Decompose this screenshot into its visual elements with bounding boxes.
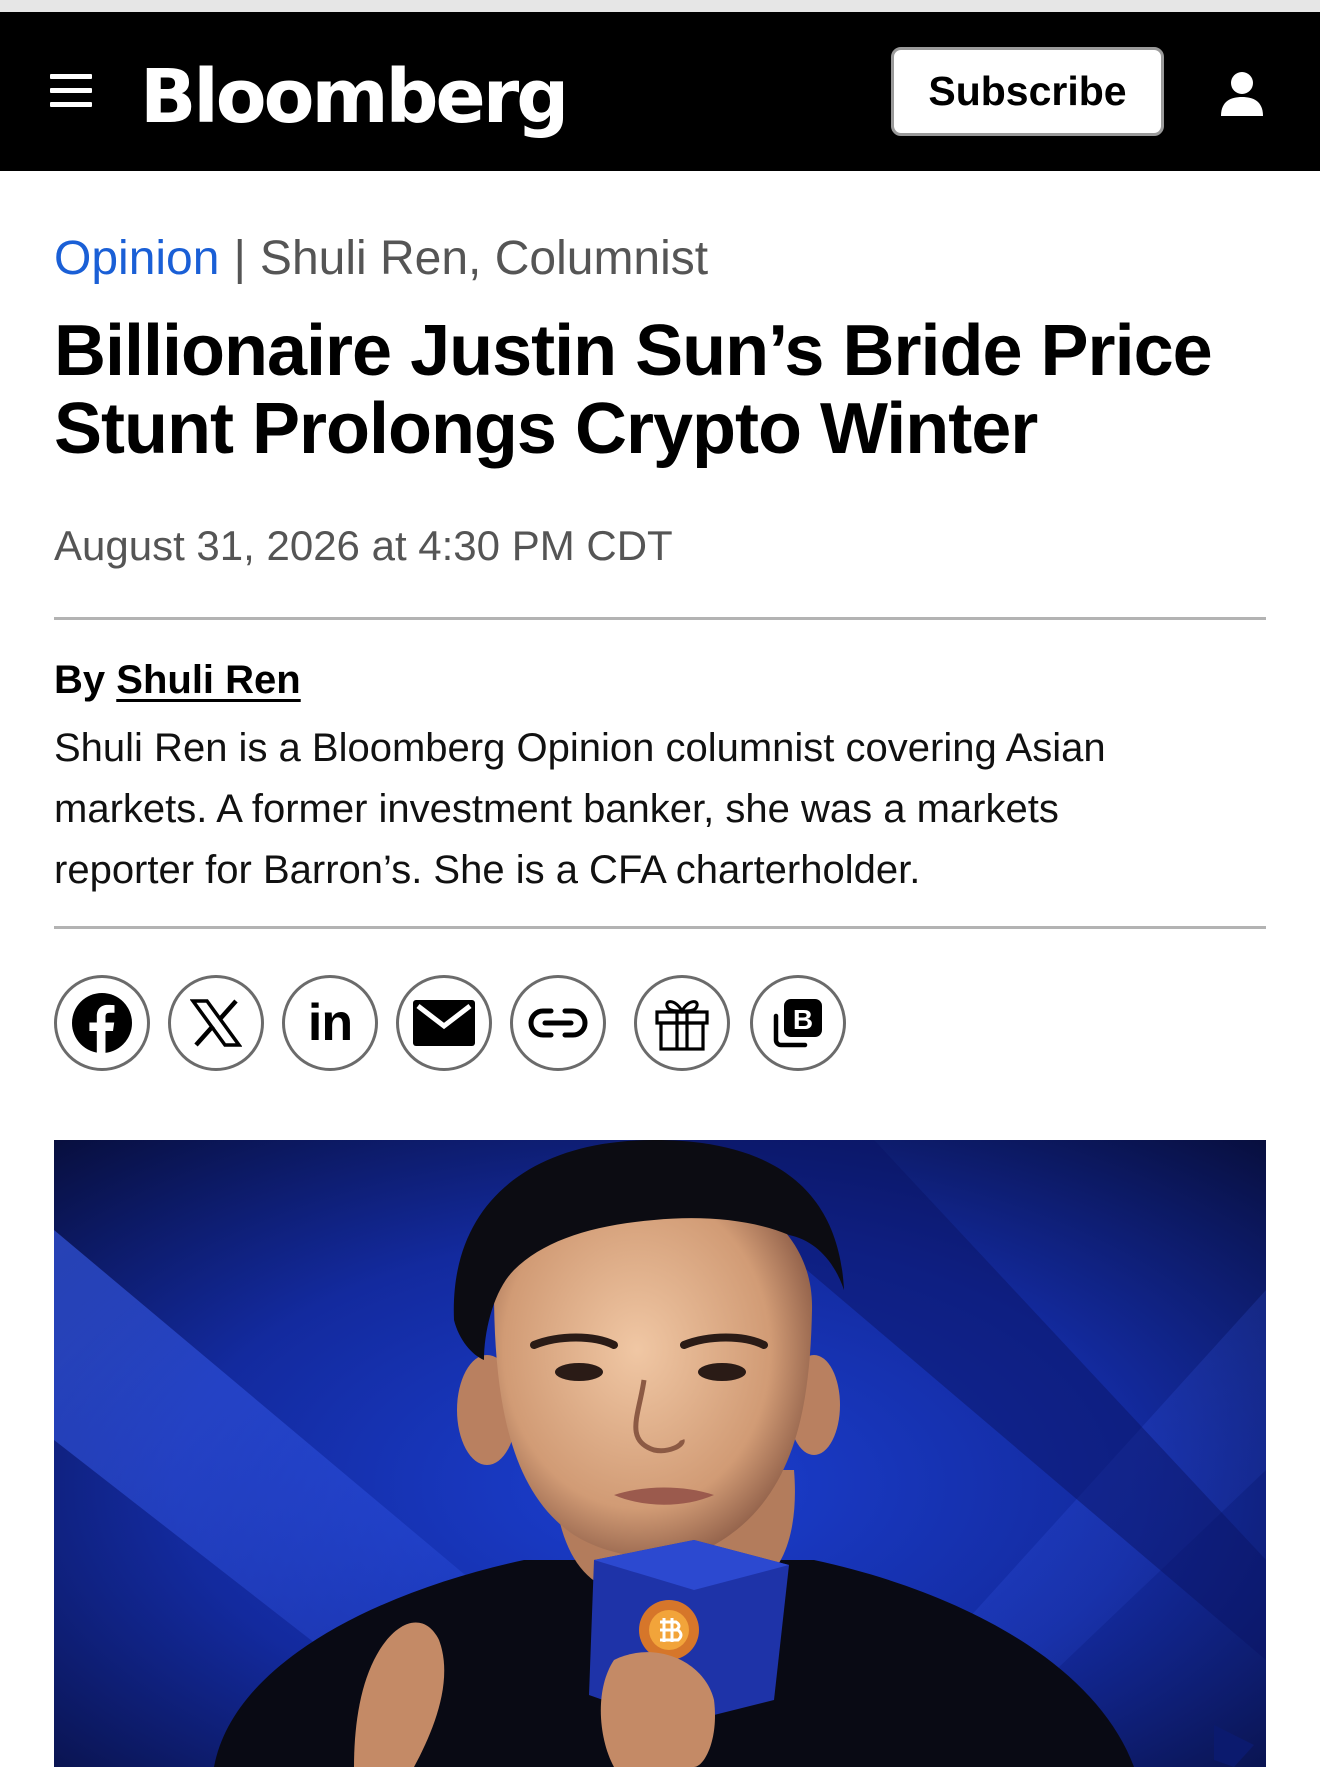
article-kicker: Opinion | Shuli Ren, Columnist	[54, 230, 708, 288]
gift-article-button[interactable]	[634, 975, 730, 1071]
user-icon[interactable]	[1218, 70, 1266, 118]
bloomberg-app-button[interactable]: B	[750, 975, 846, 1071]
article-dateline: August 31, 2026 at 4:30 PM CDT	[54, 522, 673, 569]
section-link-opinion[interactable]: Opinion	[54, 232, 219, 285]
x-icon	[190, 999, 242, 1047]
link-icon	[528, 1008, 588, 1038]
x-share-button[interactable]	[168, 975, 264, 1071]
kicker-author: Shuli Ren, Columnist	[259, 232, 709, 285]
kicker-separator: |	[233, 232, 246, 285]
bio-line: reporter for Barron’s. She is a CFA char…	[54, 848, 921, 892]
email-icon	[413, 1000, 475, 1046]
bio-line: markets. A former investment banker, she…	[54, 787, 1059, 831]
bloomberg-app-icon: B	[773, 999, 822, 1048]
linkedin-share-button[interactable]: in	[282, 975, 378, 1071]
divider	[54, 926, 1266, 929]
linkedin-icon: in	[307, 994, 353, 1052]
article-headline: Billionaire Justin Sun’s Bride Price Stu…	[54, 312, 1274, 468]
hero-image	[54, 1140, 1266, 1767]
hamburger-menu-icon[interactable]	[48, 70, 94, 114]
facebook-icon	[72, 993, 132, 1054]
bloomberg-app-letter: B	[793, 1004, 813, 1035]
status-strip	[0, 0, 1320, 12]
byline-prefix: By	[54, 658, 106, 702]
copy-link-button[interactable]	[510, 975, 606, 1071]
bio-line: Shuli Ren is a Bloomberg Opinion columni…	[54, 726, 1106, 770]
bloomberg-logo[interactable]: Bloomberg	[140, 52, 569, 142]
gift-icon	[655, 1000, 709, 1051]
headline-line: Stunt Prolongs Crypto Winter	[54, 389, 1038, 469]
email-share-button[interactable]	[396, 975, 492, 1071]
author-bio: Shuli Ren is a Bloomberg Opinion columni…	[54, 718, 1266, 901]
byline-author-link[interactable]: Shuli Ren	[116, 658, 300, 702]
facebook-share-button[interactable]	[54, 975, 150, 1071]
byline: By Shuli Ren	[54, 655, 301, 705]
divider	[54, 617, 1266, 620]
top-navbar: Bloomberg Subscribe	[0, 12, 1320, 171]
subscribe-button[interactable]: Subscribe	[891, 47, 1164, 136]
headline-line: Billionaire Justin Sun’s Bride Price	[54, 311, 1213, 391]
